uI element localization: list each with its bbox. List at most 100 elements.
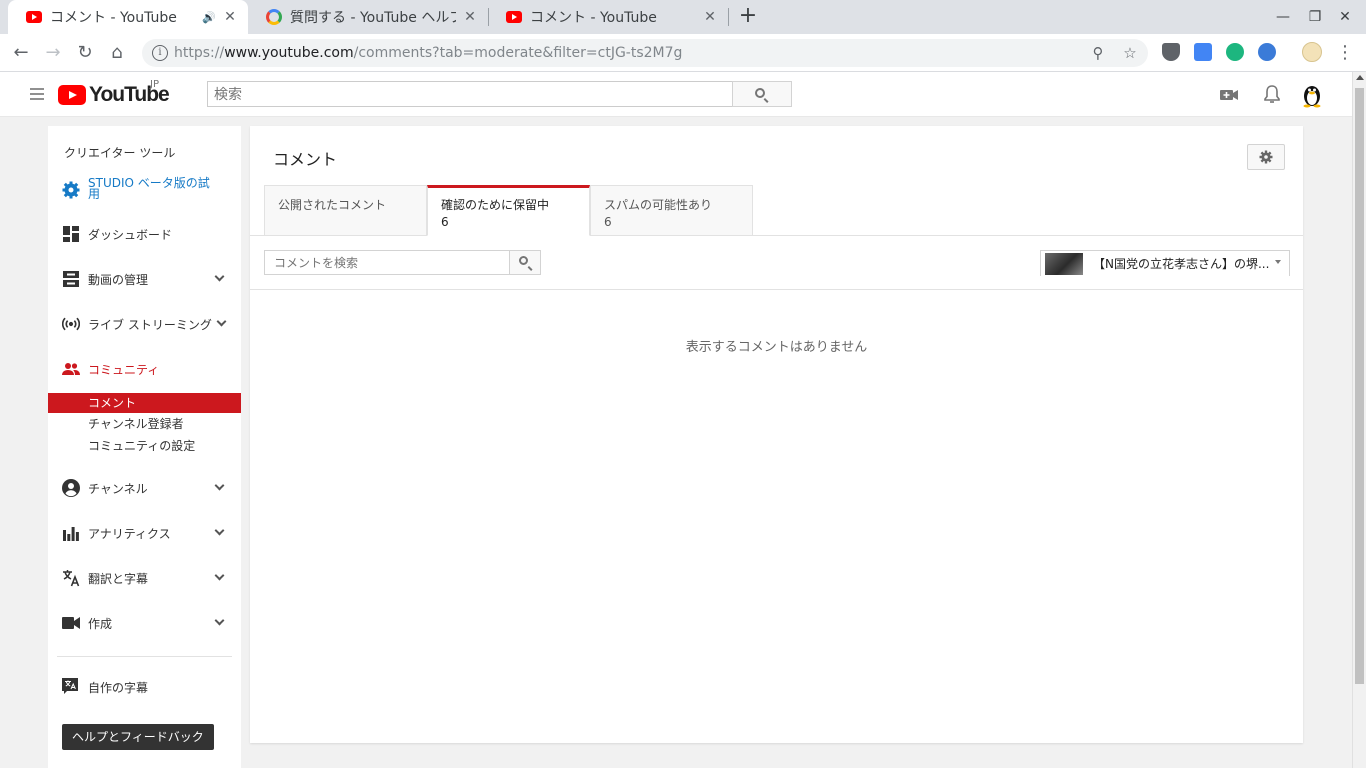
- bookmark-star-icon[interactable]: ☆: [1120, 43, 1140, 63]
- sidebar-subitem-subscribers[interactable]: チャンネル登録者: [48, 414, 241, 434]
- tab-label: 確認のために保留中: [441, 198, 550, 212]
- chrome-menu-icon[interactable]: ⋮: [1336, 40, 1354, 66]
- forward-arrow-icon[interactable]: →: [40, 40, 66, 66]
- chevron-down-icon[interactable]: [216, 316, 227, 327]
- sidebar-divider: [57, 656, 232, 657]
- close-tab-icon[interactable]: ✕: [462, 9, 478, 25]
- sidebar-item-dashboard[interactable]: ダッシュボード: [48, 218, 241, 250]
- tab-label: 公開されたコメント: [278, 198, 387, 212]
- address-bar[interactable]: i https://www.youtube.com/comments?tab=m…: [142, 39, 1148, 67]
- reload-icon[interactable]: ↻: [72, 40, 98, 66]
- tab-label: スパムの可能性あり: [604, 198, 713, 212]
- youtube-masthead: YouTube JP: [0, 72, 1352, 117]
- translate-icon: [62, 569, 80, 587]
- scroll-up-arrow-icon[interactable]: [1356, 75, 1364, 80]
- youtube-play-icon: [58, 85, 86, 105]
- close-tab-icon[interactable]: ✕: [702, 9, 718, 25]
- account-circle-icon: [62, 479, 80, 497]
- guide-menu-icon[interactable]: [30, 88, 44, 100]
- back-arrow-icon[interactable]: ←: [8, 40, 34, 66]
- creator-tools-sidebar: クリエイター ツール STUDIO ベータ版の試用 ダッシュボード 動画の管理 …: [48, 126, 241, 768]
- studio-gear-icon: [62, 181, 80, 199]
- speaker-icon[interactable]: 🔊: [202, 11, 216, 24]
- page-scrollbar[interactable]: [1352, 72, 1366, 768]
- tab-likely-spam[interactable]: スパムの可能性あり 6: [590, 185, 753, 236]
- url-text[interactable]: https://www.youtube.com/comments?tab=mod…: [174, 45, 682, 61]
- restore-window-icon[interactable]: ❐: [1304, 6, 1326, 28]
- video-filter-dropdown[interactable]: 【N国党の立花孝志さん】の堺...: [1040, 250, 1290, 276]
- comment-settings-button[interactable]: [1247, 144, 1285, 170]
- subtitles-icon: [62, 678, 80, 696]
- close-window-icon[interactable]: ✕: [1334, 6, 1356, 28]
- account-avatar-icon[interactable]: [1298, 80, 1326, 108]
- community-people-icon: [62, 360, 80, 378]
- sidebar-item-analytics[interactable]: アナリティクス: [48, 517, 241, 549]
- browser-tab-comments[interactable]: コメント - YouTube ✕: [488, 0, 728, 34]
- home-icon[interactable]: ⌂: [104, 40, 130, 66]
- grammar-extension-icon[interactable]: [1226, 43, 1244, 61]
- sidebar-item-translations[interactable]: 翻訳と字幕: [48, 562, 241, 594]
- sidebar-item-live-streaming[interactable]: ライブ ストリーミング: [48, 308, 241, 340]
- zoom-icon[interactable]: ⚲: [1088, 43, 1108, 63]
- sidebar-item-label: ダッシュボード: [88, 227, 173, 242]
- scrollbar-thumb[interactable]: [1355, 88, 1364, 684]
- search-icon: [519, 256, 528, 265]
- sidebar-item-label: 作成: [88, 616, 113, 631]
- url-path: /comments?tab=moderate&filter=ctJG-ts2M7…: [353, 45, 683, 61]
- globe-extension-icon[interactable]: [1258, 43, 1276, 61]
- close-tab-icon[interactable]: ✕: [222, 9, 238, 25]
- sidebar-header: クリエイター ツール: [64, 146, 176, 160]
- sidebar-item-label: 動画の管理: [88, 272, 149, 287]
- browser-tab-comments-active[interactable]: コメント - YouTube 🔊 ✕: [8, 0, 248, 34]
- minimize-window-icon[interactable]: —: [1272, 6, 1294, 28]
- search-icon: [755, 88, 765, 98]
- sidebar-item-community[interactable]: コミュニティ: [48, 353, 241, 385]
- site-info-icon[interactable]: i: [152, 45, 168, 61]
- translate-extension-icon[interactable]: [1194, 43, 1212, 61]
- profile-avatar-icon[interactable]: [1302, 42, 1322, 62]
- tab-count: 6: [604, 215, 612, 229]
- youtube-search-input[interactable]: [207, 81, 733, 107]
- tab-title: 質問する - YouTube ヘルプ: [290, 10, 456, 26]
- sidebar-item-label: チャンネル: [88, 481, 148, 496]
- studio-beta-link[interactable]: STUDIO ベータ版の試用: [88, 177, 213, 200]
- sidebar-item-create[interactable]: 作成: [48, 607, 241, 639]
- google-favicon-icon: [266, 9, 282, 25]
- youtube-search-button[interactable]: [732, 81, 792, 107]
- youtube-favicon-icon: [26, 11, 42, 23]
- tab-held-for-review[interactable]: 確認のために保留中 6: [427, 185, 590, 236]
- chevron-down-icon[interactable]: [214, 570, 225, 581]
- browser-toolbar: ← → ↻ ⌂ i https://www.youtube.com/commen…: [0, 34, 1366, 72]
- chevron-down-icon[interactable]: [214, 480, 225, 491]
- sidebar-subitem-community-settings[interactable]: コミュニティの設定: [48, 436, 241, 456]
- filter-divider: [250, 289, 1303, 290]
- new-tab-button[interactable]: +: [736, 4, 760, 30]
- chevron-down-icon[interactable]: [214, 525, 225, 536]
- tab-title: コメント - YouTube: [530, 10, 657, 26]
- tab-separator: [728, 8, 729, 26]
- ublock-extension-icon[interactable]: [1162, 43, 1180, 61]
- tab-published-comments[interactable]: 公開されたコメント: [264, 185, 427, 236]
- analytics-bar-chart-icon: [62, 524, 80, 542]
- comment-search-input[interactable]: [264, 250, 510, 275]
- page-title: コメント: [273, 150, 338, 169]
- chevron-down-icon[interactable]: [214, 271, 225, 282]
- sidebar-item-label: ライブ ストリーミング: [88, 317, 212, 332]
- chevron-down-icon[interactable]: [214, 615, 225, 626]
- sidebar-subitem-comments[interactable]: コメント: [48, 393, 241, 413]
- upload-video-icon[interactable]: [1216, 82, 1242, 108]
- comment-search-button[interactable]: [509, 250, 541, 275]
- help-feedback-button[interactable]: ヘルプとフィードバック: [62, 724, 214, 750]
- youtube-logo[interactable]: YouTube JP: [58, 79, 170, 107]
- sidebar-item-my-subtitles[interactable]: 自作の字幕: [48, 671, 241, 703]
- notifications-bell-icon[interactable]: [1259, 82, 1285, 108]
- sidebar-item-video-manager[interactable]: 動画の管理: [48, 263, 241, 295]
- empty-comments-message: 表示するコメントはありません: [685, 340, 868, 355]
- video-thumbnail: [1045, 252, 1083, 275]
- youtube-favicon-icon: [506, 11, 522, 23]
- browser-tab-help[interactable]: 質問する - YouTube ヘルプ ✕: [248, 0, 488, 34]
- logo-region-label: JP: [150, 79, 159, 90]
- sidebar-item-channel[interactable]: チャンネル: [48, 472, 241, 504]
- comments-panel: コメント 公開されたコメント 確認のために保留中 6 スパムの可能性あり 6 【…: [250, 126, 1303, 743]
- sidebar-item-studio-beta[interactable]: STUDIO ベータ版の試用: [48, 176, 241, 204]
